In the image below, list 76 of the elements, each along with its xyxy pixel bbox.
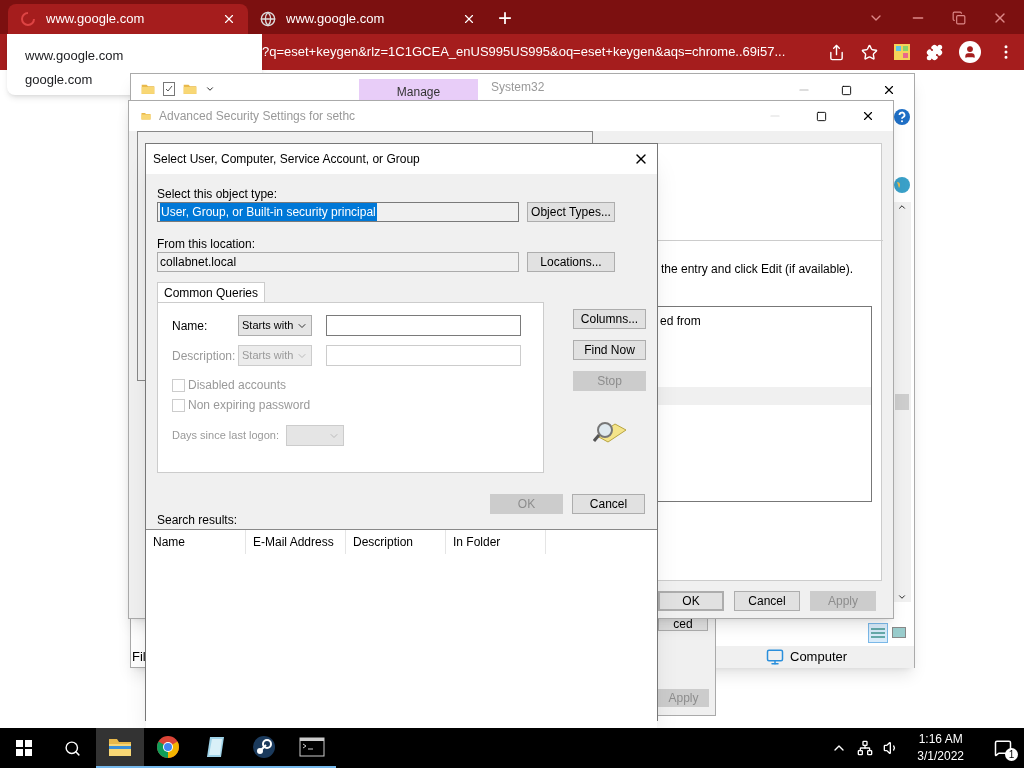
share-icon[interactable]	[828, 43, 845, 61]
star-icon[interactable]	[861, 43, 878, 61]
field-label: From this location:	[157, 236, 257, 250]
notepad-icon	[205, 735, 227, 759]
checkbox-label: Disabled accounts	[188, 377, 287, 394]
locations-button[interactable]: Locations...	[527, 252, 615, 272]
notification-icon	[994, 739, 1012, 757]
query-label: Name:	[172, 317, 209, 335]
loading-icon	[20, 11, 36, 27]
status-text: Fil	[131, 648, 146, 667]
restore-icon[interactable]	[952, 11, 966, 25]
terminal-icon	[299, 737, 325, 757]
clock-date[interactable]: 3/1/2022	[917, 748, 964, 765]
clock-time[interactable]: 1:16 AM	[918, 731, 963, 748]
address-text[interactable]: ?q=eset+keygen&rlz=1C1GCEA_enUS995US995&oq=eset+keygen&aqs=chrome..69i57...	[262, 42, 818, 62]
ribbon-tab[interactable]: Manage	[359, 79, 478, 101]
suggestion-url: google.com	[25, 70, 94, 89]
query-button[interactable]: Find Now	[573, 340, 646, 360]
query-tab[interactable]: Common Queries	[157, 282, 266, 303]
globe-icon	[894, 177, 910, 193]
globe-icon	[260, 11, 276, 27]
dialog-button[interactable]: Cancel	[734, 591, 800, 611]
dialog-button[interactable]: Cancel	[572, 494, 645, 514]
window-title: Advanced Security Settings for sethc	[159, 108, 356, 125]
instruction-text: the entry and click Edit (if available).	[661, 261, 854, 278]
steam-icon	[252, 735, 276, 759]
notification-button[interactable]: 1	[988, 733, 1018, 763]
query-label: Description:	[172, 347, 237, 365]
browser-tab[interactable]: www.google.com	[248, 4, 488, 34]
column-header[interactable]: E-Mail Address	[246, 530, 346, 554]
maximize-icon[interactable]	[816, 110, 827, 122]
dialog-button[interactable]: OK	[658, 591, 724, 611]
windows-icon[interactable]	[16, 740, 32, 756]
computer-icon	[766, 648, 784, 666]
dropdown-icon[interactable]	[205, 84, 215, 94]
taskbar-app[interactable]	[96, 728, 144, 768]
object-type-field[interactable]: User, Group, or Built-in security principal	[157, 202, 519, 222]
column-header[interactable]: In Folder	[446, 530, 546, 554]
results-label: Search results:	[157, 512, 239, 526]
search-icon[interactable]	[63, 739, 81, 757]
profile-icon[interactable]	[959, 41, 981, 63]
close-icon[interactable]	[861, 109, 875, 123]
folder-icon	[108, 737, 132, 757]
browser-tab[interactable]: www.google.com	[8, 4, 248, 34]
close-icon[interactable]	[462, 12, 476, 26]
tab-title: www.google.com	[286, 10, 386, 29]
close-icon[interactable]	[882, 83, 896, 97]
selected-text: User, Group, or Built-in security principal	[160, 203, 377, 221]
days-label: Days since last logon:	[172, 428, 280, 444]
column-header[interactable]: Name	[146, 530, 246, 554]
new-tab-button[interactable]: +	[498, 6, 512, 30]
chrome-icon	[156, 735, 180, 759]
location-field[interactable]: collabnet.local	[157, 252, 519, 272]
maximize-icon[interactable]	[841, 84, 852, 96]
match-dropdown[interactable]: Starts with	[238, 315, 312, 336]
help-icon[interactable]	[894, 109, 910, 125]
thumbnail-view-icon[interactable]	[892, 627, 906, 638]
query-button[interactable]: Columns...	[573, 309, 646, 329]
scroll-down-icon[interactable]	[897, 592, 907, 602]
location-text: Computer	[790, 648, 848, 667]
tab-title: www.google.com	[46, 10, 146, 29]
close-icon[interactable]	[222, 12, 236, 26]
network-icon[interactable]	[857, 740, 874, 756]
field-label: Select this object type:	[157, 186, 279, 200]
checkbox-label: Non expiring password	[188, 397, 311, 414]
scroll-thumb[interactable]	[895, 394, 909, 410]
suggestion-title: www.google.com	[25, 47, 125, 65]
column-header: ed from	[660, 313, 701, 330]
scroll-up-icon[interactable]	[897, 202, 907, 212]
notification-count: 1	[1005, 748, 1018, 761]
extensions-icon[interactable]	[926, 43, 943, 61]
column-header[interactable]: Description	[346, 530, 446, 554]
dialog-title: Select User, Computer, Service Account, or Group	[153, 151, 421, 168]
object-types-button[interactable]: Object Types...	[527, 202, 615, 222]
query-input[interactable]	[326, 315, 521, 336]
properties-icon[interactable]	[163, 82, 175, 96]
